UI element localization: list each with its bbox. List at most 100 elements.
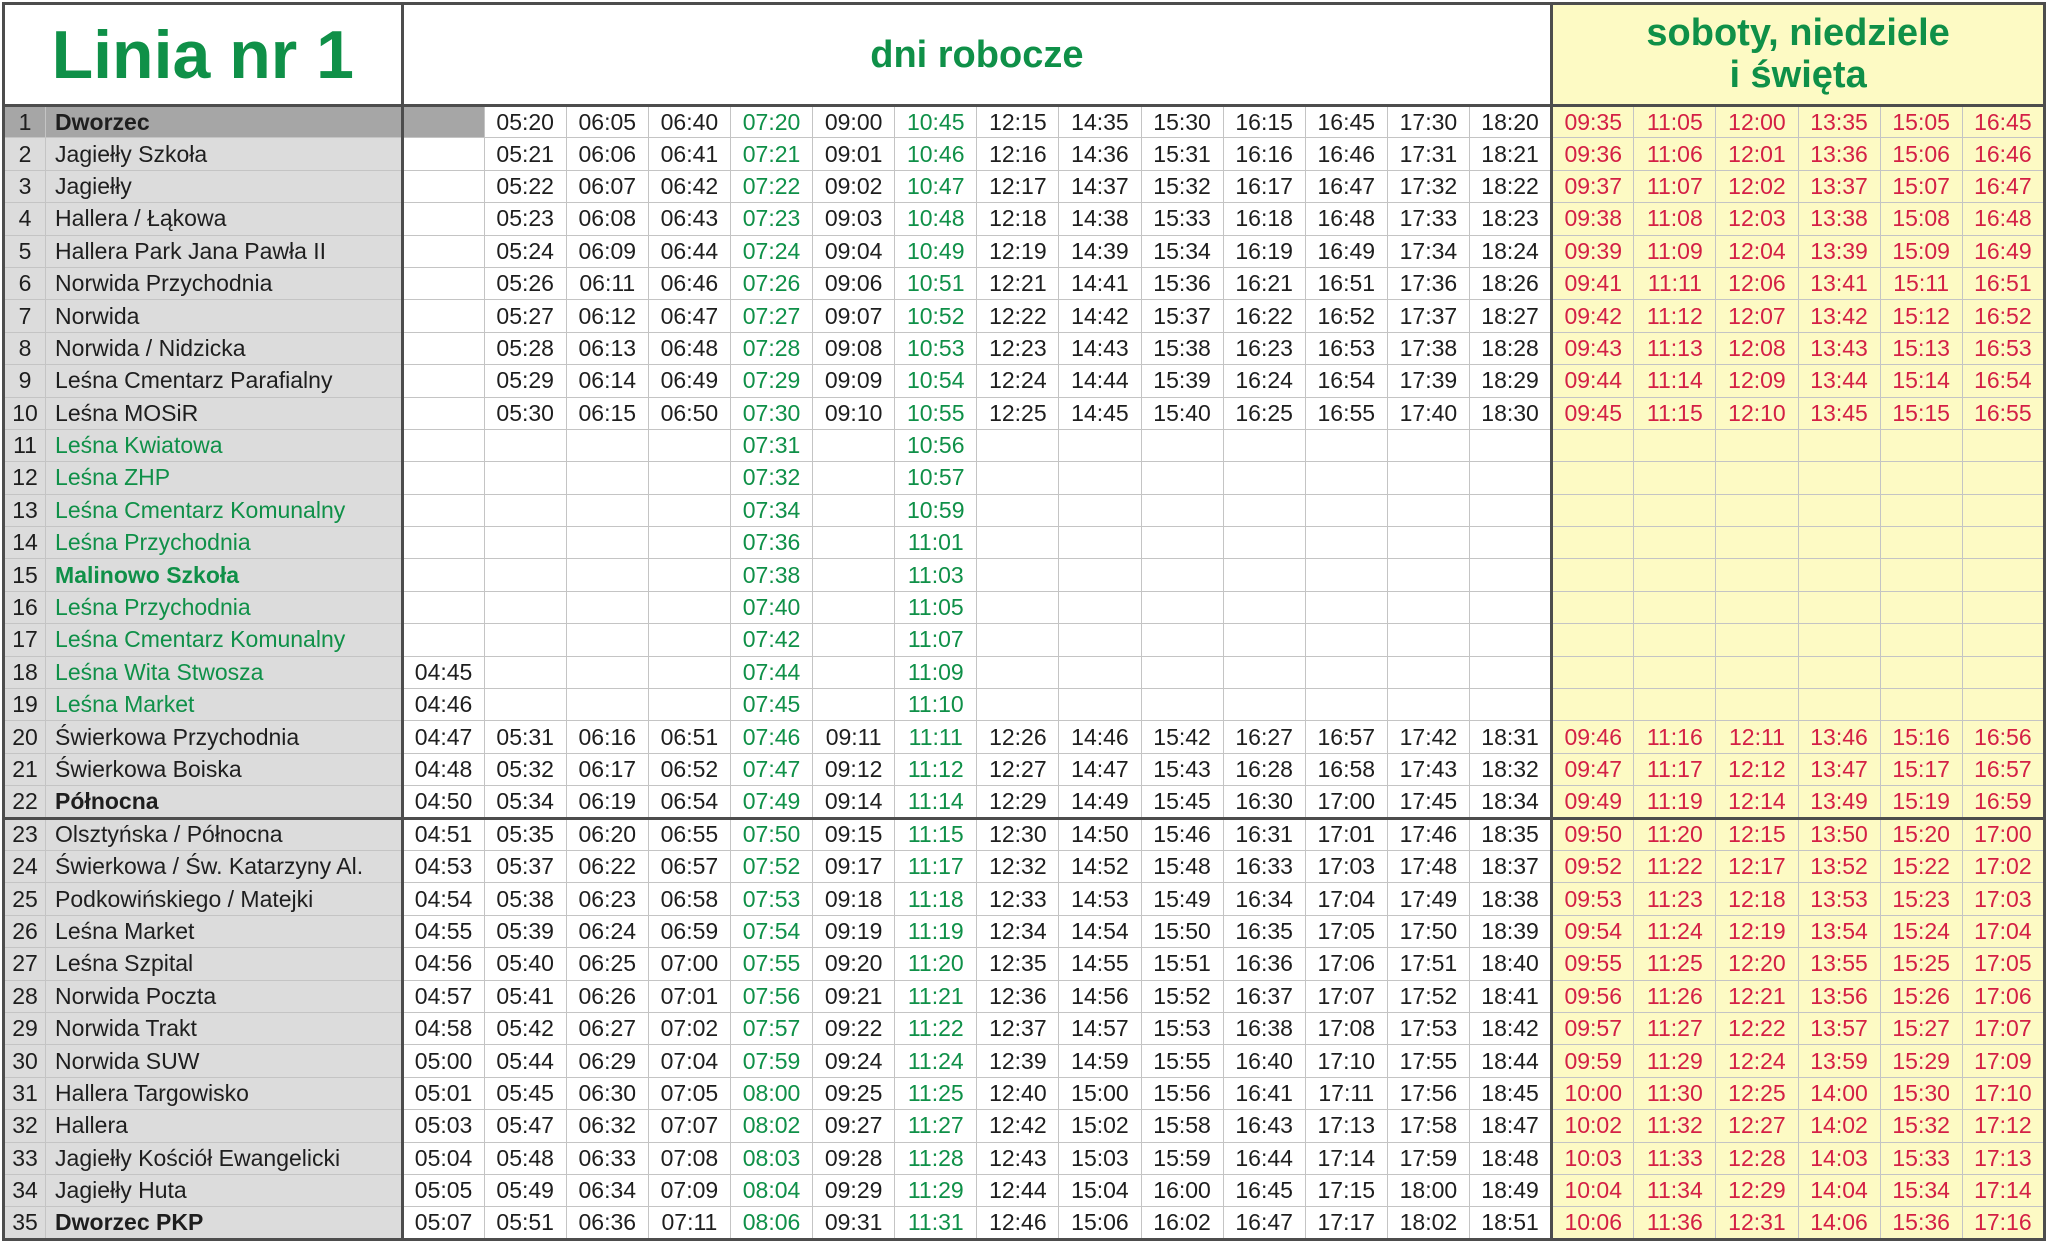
weekday-time bbox=[1386, 623, 1470, 657]
weekday-time bbox=[1304, 558, 1388, 592]
weekend-time: 09:45 bbox=[1550, 396, 1635, 430]
weekend-time: 11:17 bbox=[1633, 752, 1717, 787]
stop-number: 4 bbox=[1, 202, 47, 236]
stop-number: 13 bbox=[1, 493, 47, 528]
stop-name: Norwida Trakt bbox=[45, 1011, 404, 1046]
weekday-time bbox=[1468, 623, 1553, 657]
weekday-time: 17:59 bbox=[1386, 1141, 1470, 1175]
weekday-time: 09:28 bbox=[812, 1141, 896, 1175]
weekend-time: 17:16 bbox=[1961, 1206, 2047, 1241]
weekday-time: 11:27 bbox=[894, 1109, 978, 1143]
weekday-time bbox=[483, 558, 567, 592]
weekday-time: 12:18 bbox=[976, 202, 1060, 236]
weekend-time bbox=[1715, 590, 1799, 625]
weekday-time: 07:31 bbox=[729, 428, 814, 463]
weekday-time: 06:46 bbox=[647, 266, 731, 301]
weekday-time: 04:51 bbox=[401, 817, 485, 851]
weekday-time: 05:31 bbox=[483, 720, 567, 754]
weekday-time: 14:56 bbox=[1058, 979, 1142, 1013]
weekday-time: 17:14 bbox=[1304, 1141, 1388, 1175]
weekday-time: 06:49 bbox=[647, 364, 731, 398]
weekday-time: 07:05 bbox=[647, 1076, 731, 1111]
weekday-time: 15:48 bbox=[1140, 849, 1224, 884]
weekend-time bbox=[1550, 590, 1635, 625]
stop-row: 23 Olsztyńska / Północna 04:51 05:35 06:20 06… bbox=[1, 817, 2047, 851]
weekday-time bbox=[1386, 493, 1470, 528]
weekday-time: 15:55 bbox=[1140, 1044, 1224, 1078]
weekday-time: 07:30 bbox=[729, 396, 814, 430]
weekday-time bbox=[812, 558, 896, 592]
weekday-time: 09:00 bbox=[812, 104, 896, 139]
weekday-time: 15:43 bbox=[1140, 752, 1224, 787]
weekend-time: 09:52 bbox=[1550, 849, 1635, 884]
weekend-time bbox=[1961, 493, 2047, 528]
weekend-time: 09:54 bbox=[1550, 914, 1635, 949]
stop-number: 5 bbox=[1, 234, 47, 268]
stop-name: Dworzec bbox=[45, 104, 404, 139]
weekend-time: 15:26 bbox=[1879, 979, 1963, 1013]
weekday-time: 09:02 bbox=[812, 169, 896, 204]
weekday-time: 16:43 bbox=[1222, 1109, 1306, 1143]
stop-name: Leśna Przychodnia bbox=[45, 526, 404, 560]
weekday-time bbox=[1222, 461, 1306, 495]
weekend-time: 15:16 bbox=[1879, 720, 1963, 754]
weekend-time bbox=[1797, 428, 1881, 463]
weekend-time bbox=[1961, 688, 2047, 722]
stop-name: Świerkowa / Św. Katarzyny Al. bbox=[45, 849, 404, 884]
weekday-time: 09:14 bbox=[812, 785, 896, 820]
weekday-time bbox=[1386, 461, 1470, 495]
weekday-time: 06:43 bbox=[647, 202, 731, 236]
weekday-time: 05:39 bbox=[483, 914, 567, 949]
weekday-time: 17:30 bbox=[1386, 104, 1470, 139]
weekend-time: 14:00 bbox=[1797, 1076, 1881, 1111]
weekend-time: 15:23 bbox=[1879, 882, 1963, 916]
stop-name: Malinowo Szkoła bbox=[45, 558, 404, 592]
weekday-time: 15:31 bbox=[1140, 137, 1224, 171]
weekday-time: 16:25 bbox=[1222, 396, 1306, 430]
weekday-time bbox=[483, 590, 567, 625]
weekday-time: 06:26 bbox=[565, 979, 649, 1013]
weekday-time: 15:37 bbox=[1140, 299, 1224, 333]
weekday-time: 12:19 bbox=[976, 234, 1060, 268]
weekday-time bbox=[976, 655, 1060, 690]
weekday-time bbox=[976, 493, 1060, 528]
stop-name: Leśna Wita Stwosza bbox=[45, 655, 404, 690]
weekday-time: 16:48 bbox=[1304, 202, 1388, 236]
weekday-time: 18:30 bbox=[1468, 396, 1553, 430]
stop-name: Hallera / Łąkowa bbox=[45, 202, 404, 236]
weekend-time: 13:50 bbox=[1797, 817, 1881, 851]
weekend-time: 15:07 bbox=[1879, 169, 1963, 204]
stop-row: 19 Leśna Market 04:46 07:45 11:10 bbox=[1, 688, 2047, 722]
weekday-time: 11:17 bbox=[894, 849, 978, 884]
weekday-time bbox=[565, 461, 649, 495]
weekday-time bbox=[401, 364, 485, 398]
weekday-time: 15:06 bbox=[1058, 1206, 1142, 1241]
weekday-time: 16:44 bbox=[1222, 1141, 1306, 1175]
weekend-time bbox=[1879, 493, 1963, 528]
weekend-time bbox=[1550, 655, 1635, 690]
weekday-time: 16:49 bbox=[1304, 234, 1388, 268]
weekday-time: 05:07 bbox=[401, 1206, 485, 1241]
weekday-time: 05:32 bbox=[483, 752, 567, 787]
weekday-time: 16:52 bbox=[1304, 299, 1388, 333]
weekday-time: 11:14 bbox=[894, 785, 978, 820]
weekday-time: 10:45 bbox=[894, 104, 978, 139]
weekday-time bbox=[483, 688, 567, 722]
stop-row: 31 Hallera Targowisko 05:01 05:45 06:30 07:05… bbox=[1, 1076, 2047, 1111]
weekend-time: 13:37 bbox=[1797, 169, 1881, 204]
weekday-time: 06:57 bbox=[647, 849, 731, 884]
weekday-time bbox=[1058, 655, 1142, 690]
weekday-time: 06:48 bbox=[647, 331, 731, 366]
weekday-time: 07:32 bbox=[729, 461, 814, 495]
weekday-time bbox=[1058, 688, 1142, 722]
stop-number: 34 bbox=[1, 1173, 47, 1208]
weekday-time bbox=[812, 590, 896, 625]
weekend-time: 09:43 bbox=[1550, 331, 1635, 366]
weekend-time bbox=[1879, 526, 1963, 560]
weekend-time bbox=[1961, 461, 2047, 495]
weekday-time bbox=[1468, 655, 1553, 690]
weekend-time bbox=[1961, 655, 2047, 690]
weekday-time: 09:17 bbox=[812, 849, 896, 884]
weekday-time: 11:24 bbox=[894, 1044, 978, 1078]
weekday-time: 16:21 bbox=[1222, 266, 1306, 301]
